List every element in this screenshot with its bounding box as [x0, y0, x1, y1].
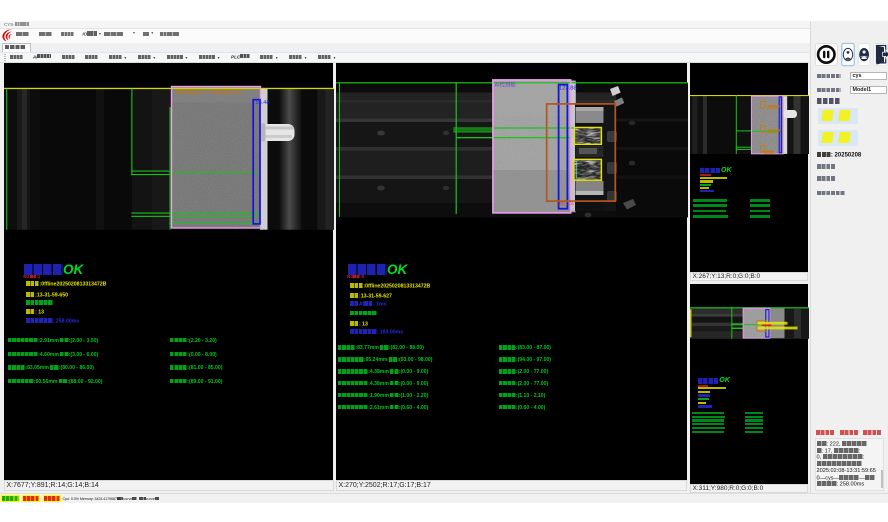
- svg-text:静态阈值:93, 动态阈值:100: 静态阈值:93, 动态阈值:100: [176, 88, 243, 96]
- svg-text:缺陷:0.00: 缺陷:0.00: [557, 200, 575, 206]
- svg-text:55.48: 55.48: [255, 100, 269, 106]
- svg-text:AI检测板: AI检测板: [494, 81, 516, 89]
- svg-text:123.88: 123.88: [559, 86, 577, 92]
